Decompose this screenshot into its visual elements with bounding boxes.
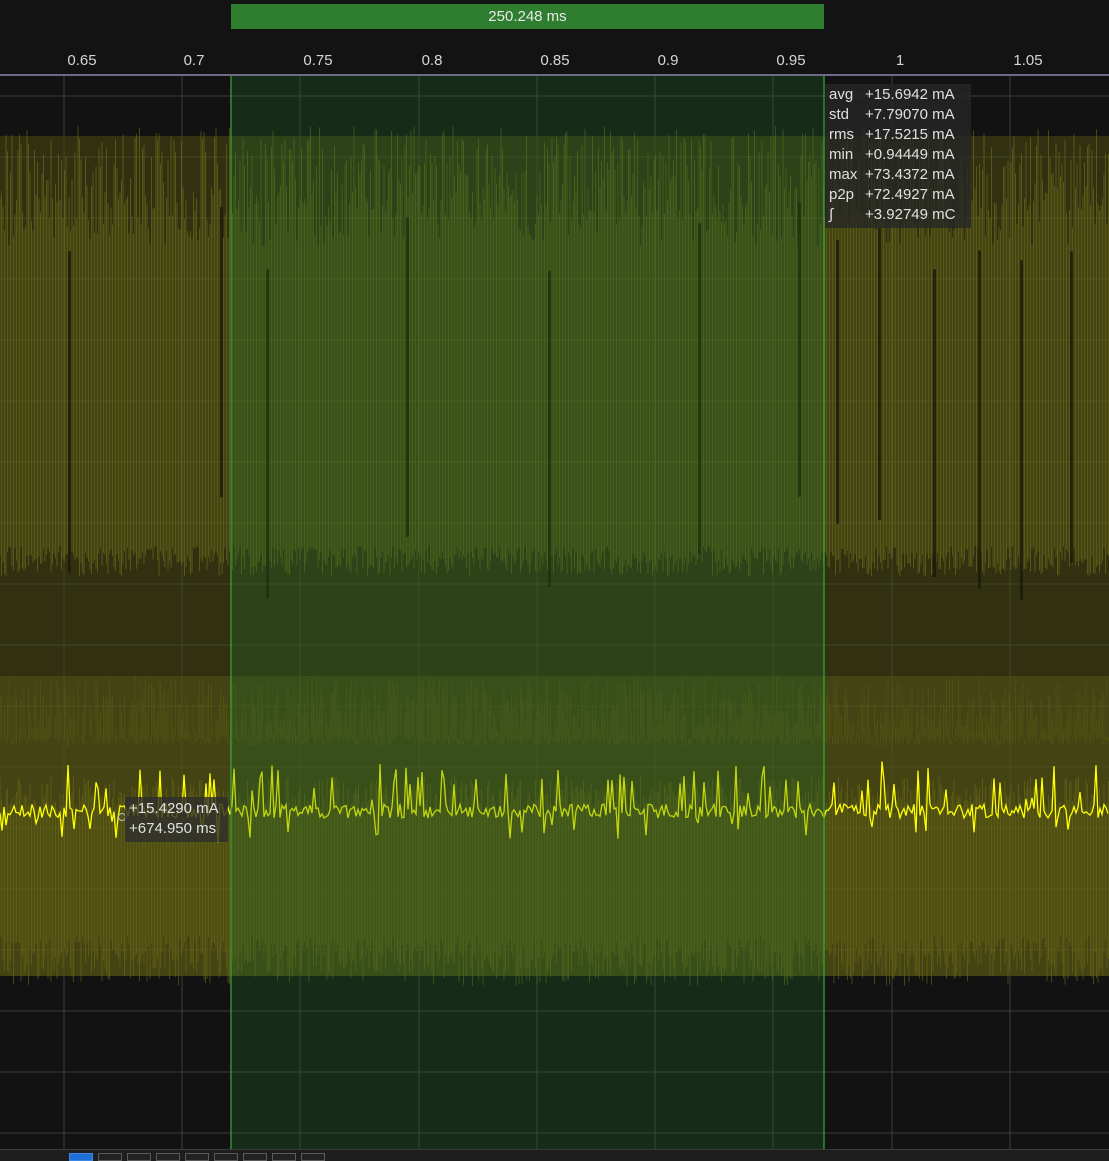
cursor-time: +674.950 ms [129, 820, 217, 837]
tick-label: 0.95 [776, 52, 806, 69]
stat-value: +73.4372 mA [865, 166, 955, 183]
stat-row-min: min +0.94449 mA [829, 146, 955, 163]
stat-name: min [829, 146, 854, 163]
selection-duration-header[interactable]: 250.248 ms [231, 4, 824, 29]
tick-label: 0.65 [67, 52, 97, 69]
signal-dropout [220, 207, 223, 498]
stat-name: std [829, 106, 850, 123]
bottom-scroll-bar[interactable] [0, 1149, 1109, 1161]
signal-dropout [978, 250, 981, 589]
selection-duration-label: 250.248 ms [488, 8, 567, 25]
signal-dropout [68, 251, 71, 573]
tick-label: 0.7 [183, 52, 205, 69]
waveform-plot[interactable] [0, 76, 1109, 1149]
stat-value: +72.4927 mA [865, 186, 955, 203]
stat-name: p2p [829, 186, 855, 203]
tick-label: 0.9 [657, 52, 679, 69]
tick-label: 1.05 [1013, 52, 1043, 69]
stat-name: ∫ [829, 206, 834, 223]
signal-dropout [1070, 251, 1073, 564]
tick-label: 0.75 [303, 52, 333, 69]
tick-label: 1 [895, 52, 905, 69]
stat-row-p2p: p2p +72.4927 mA [829, 186, 955, 203]
selection-stats-panel: avg +15.6942 mA std +7.79070 mA rms +17.521… [825, 84, 971, 228]
stat-row-rms: rms +17.5215 mA [829, 126, 955, 143]
stat-value: +17.5215 mA [865, 126, 955, 143]
stat-value: +7.79070 mA [865, 106, 955, 123]
stat-name: avg [829, 86, 854, 103]
stat-value: +3.92749 mC [865, 206, 956, 223]
cursor-readout: +15.4290 mA +674.950 ms [125, 797, 228, 842]
stat-value: +15.6942 mA [865, 86, 955, 103]
stat-row-max: max +73.4372 mA [829, 166, 955, 183]
cursor-value: +15.4290 mA [129, 800, 219, 817]
waveform-canvas[interactable] [0, 76, 1109, 1149]
stat-row-integral: ∫ +3.92749 mC [829, 206, 955, 223]
stat-row-std: std +7.79070 mA [829, 106, 955, 123]
stat-value: +0.94449 mA [865, 146, 955, 163]
signal-dropout [836, 239, 839, 524]
tick-label: 0.8 [421, 52, 443, 69]
signal-dropout [933, 269, 936, 578]
signal-dropout [1020, 260, 1023, 600]
stat-name: max [829, 166, 858, 183]
signal-dropout [878, 227, 881, 521]
stat-row-avg: avg +15.6942 mA [829, 86, 955, 103]
stat-name: rms [829, 126, 854, 143]
selection-region [231, 76, 824, 1149]
tick-label: 0.85 [540, 52, 570, 69]
